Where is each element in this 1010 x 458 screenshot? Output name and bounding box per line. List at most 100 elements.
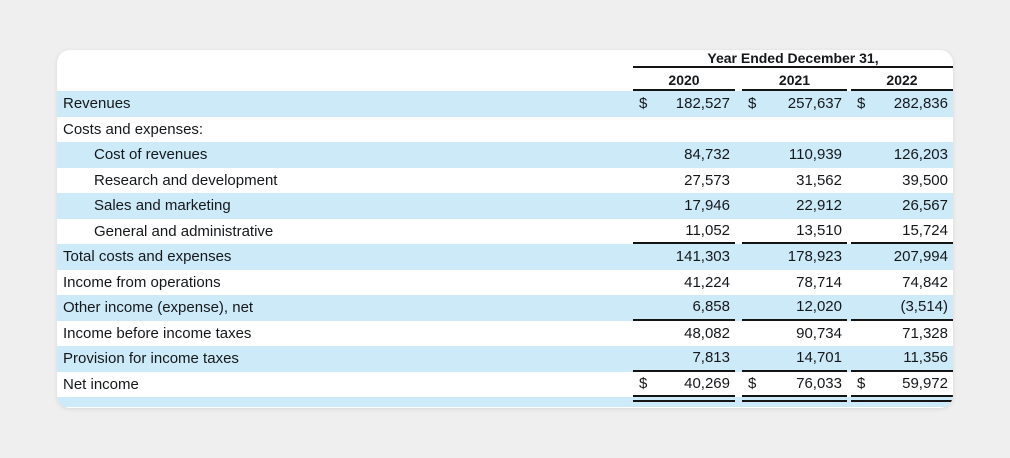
value-text: 178,923 — [788, 248, 842, 265]
currency-symbol: $ — [639, 95, 647, 112]
value-cell-2020: 141,303 — [633, 244, 735, 270]
stripe-spacer — [57, 397, 633, 407]
value-cell-2020: 7,813 — [633, 346, 735, 372]
value-cell-2020: $40,269 — [633, 372, 735, 398]
table-row: Total costs and expenses141,303178,92320… — [57, 244, 953, 270]
value-cell-2022: $59,972 — [851, 372, 953, 398]
value-cell-2021: 22,912 — [742, 193, 847, 219]
value-text: 13,510 — [796, 222, 842, 239]
table-row: Income before income taxes 48,082 90,734 71… — [57, 321, 953, 347]
value-text: 282,836 — [894, 95, 948, 112]
value-cell-2022 — [851, 117, 953, 143]
value-cell-2022: 39,500 — [851, 168, 953, 194]
value-text: 39,500 — [902, 172, 948, 189]
value-cell-2021: $76,033 — [742, 372, 847, 398]
row-label: Income from operations — [57, 274, 633, 291]
column-gap — [735, 397, 742, 407]
value-cell-2022: $282,836 — [851, 91, 953, 117]
value-text: 141,303 — [676, 248, 730, 265]
value-text: 12,020 — [796, 298, 842, 315]
value-text: 78,714 — [796, 274, 842, 291]
currency-symbol: $ — [857, 95, 865, 112]
value-cell-2021: 90,734 — [742, 321, 847, 347]
row-label: Cost of revenues — [57, 146, 633, 163]
value-text: 14,701 — [796, 349, 842, 366]
table-row: Net income$40,269$76,033$59,972 — [57, 372, 953, 398]
table-row: General and administrative11,05213,51015… — [57, 219, 953, 245]
value-cell-2021: 13,510 — [742, 219, 847, 245]
value-text: 207,994 — [894, 248, 948, 265]
table-row: Sales and marketing 17,946 22,912 26,567 — [57, 193, 953, 219]
value-cell-2022: 74,842 — [851, 270, 953, 296]
value-cell-2022: 71,328 — [851, 321, 953, 347]
value-text: 26,567 — [902, 197, 948, 214]
value-text: 11,356 — [903, 349, 948, 366]
period-header-row: Year Ended December 31, — [57, 50, 953, 68]
value-text: 90,734 — [796, 325, 842, 342]
value-text: 11,052 — [685, 222, 730, 239]
value-cell-2021: 14,701 — [742, 346, 847, 372]
value-cell-2022: 207,994 — [851, 244, 953, 270]
table-row: Income from operations 41,224 78,714 74,842 — [57, 270, 953, 296]
value-text: 71,328 — [902, 325, 948, 342]
income-table-body: Revenues$182,527$257,637$282,836Costs an… — [57, 91, 953, 397]
table-row: Costs and expenses: — [57, 117, 953, 143]
value-cell-2020: 17,946 — [633, 193, 735, 219]
currency-symbol: $ — [639, 375, 647, 392]
double-rule-line-2021 — [742, 397, 847, 407]
row-label: Other income (expense), net — [57, 299, 633, 316]
value-cell-2021: 178,923 — [742, 244, 847, 270]
value-cell-2020: 6,858 — [633, 295, 735, 321]
table-row: Other income (expense), net 6,858 12,020 (3… — [57, 295, 953, 321]
row-label: Sales and marketing — [57, 197, 633, 214]
value-text: 257,637 — [788, 95, 842, 112]
value-cell-2022: 15,724 — [851, 219, 953, 245]
value-cell-2022: 126,203 — [851, 142, 953, 168]
header-spacer — [57, 50, 633, 68]
value-text: 6,858 — [692, 298, 730, 315]
value-cell-2022: 11,356 — [851, 346, 953, 372]
row-label: Income before income taxes — [57, 325, 633, 342]
value-text: 22,912 — [796, 197, 842, 214]
value-cell-2021: 110,939 — [742, 142, 847, 168]
currency-symbol: $ — [748, 375, 756, 392]
currency-symbol: $ — [857, 375, 865, 392]
header-spacer — [57, 68, 633, 91]
value-text: 7,813 — [692, 349, 730, 366]
column-gap — [735, 68, 742, 91]
double-rule-line-2020 — [633, 397, 735, 407]
value-text: 48,082 — [684, 325, 730, 342]
double-rule-line-2022 — [851, 397, 953, 407]
year-header-row: 2020 2021 2022 — [57, 68, 953, 91]
value-text: 110,939 — [789, 146, 842, 163]
value-text: (3,514) — [900, 298, 948, 315]
year-header-2022: 2022 — [851, 68, 953, 91]
row-label: Research and development — [57, 172, 633, 189]
value-text: 76,033 — [796, 375, 842, 392]
table-row: Cost of revenues 84,732 110,939 126,203 — [57, 142, 953, 168]
value-text: 74,842 — [902, 274, 948, 291]
value-text: 15,724 — [902, 222, 948, 239]
table-row: Provision for income taxes 7,813 14,701 11,… — [57, 346, 953, 372]
value-text: 84,732 — [684, 146, 730, 163]
value-cell-2021: 12,020 — [742, 295, 847, 321]
value-cell-2020: 84,732 — [633, 142, 735, 168]
value-cell-2021 — [742, 117, 847, 143]
value-text: 182,527 — [676, 95, 730, 112]
value-text: 17,946 — [684, 197, 730, 214]
value-cell-2021: 78,714 — [742, 270, 847, 296]
value-text: 59,972 — [902, 375, 948, 392]
value-cell-2020: 48,082 — [633, 321, 735, 347]
row-label: Provision for income taxes — [57, 350, 633, 367]
bottom-stripe — [57, 397, 953, 407]
value-cell-2020: 11,052 — [633, 219, 735, 245]
row-label: Net income — [57, 376, 633, 393]
value-text: 41,224 — [684, 274, 730, 291]
value-cell-2020: $182,527 — [633, 91, 735, 117]
value-text: 126,203 — [894, 146, 948, 163]
year-header-2021: 2021 — [742, 68, 847, 91]
value-text: 31,562 — [796, 172, 842, 189]
currency-symbol: $ — [748, 95, 756, 112]
value-cell-2020: 41,224 — [633, 270, 735, 296]
value-cell-2020: 27,573 — [633, 168, 735, 194]
